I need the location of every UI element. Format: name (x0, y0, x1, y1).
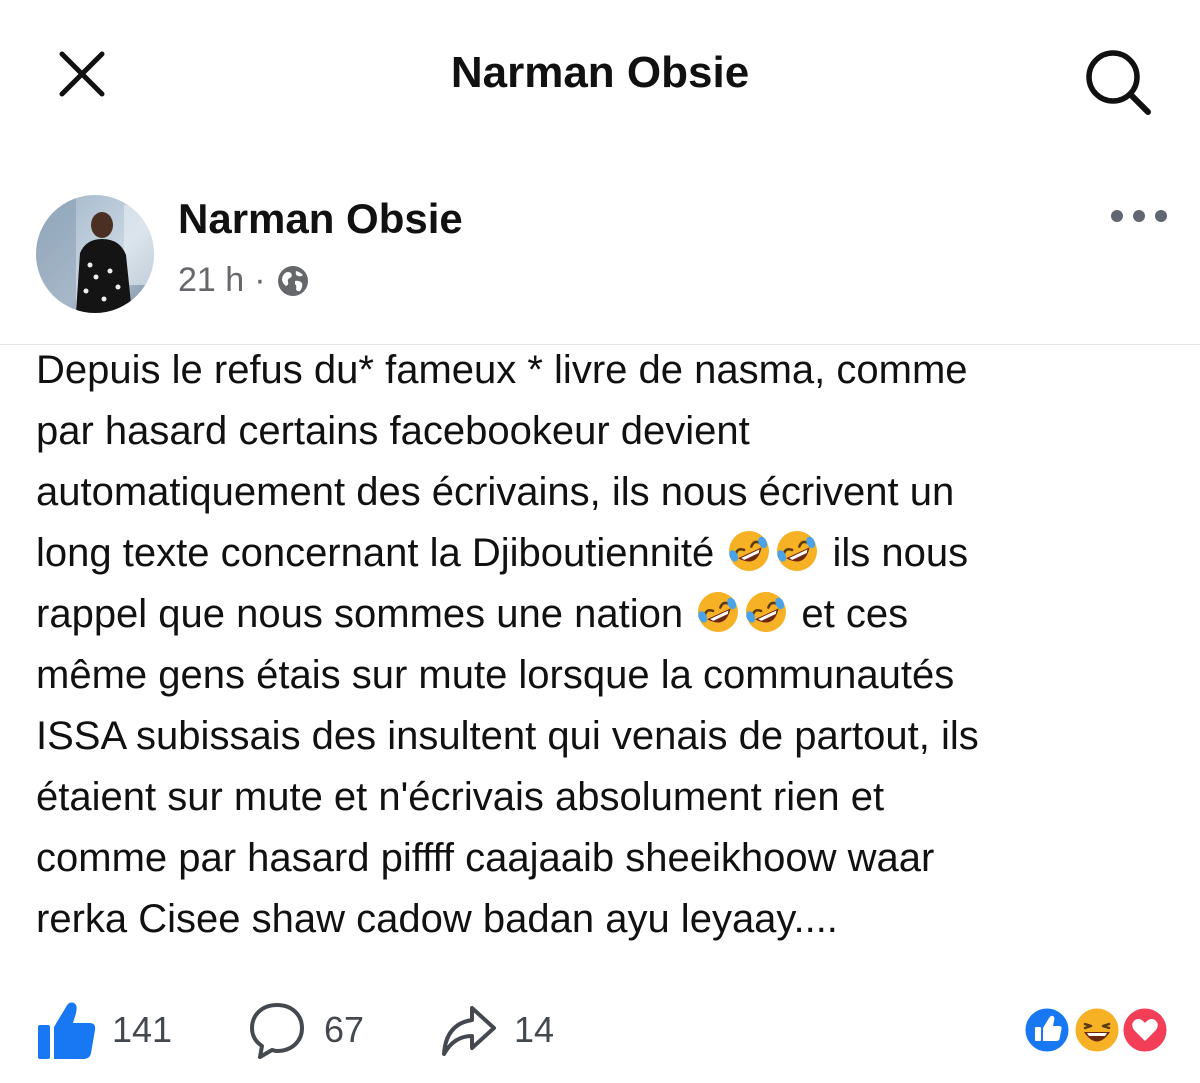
top-bar: Narman Obsie (0, 0, 1200, 150)
laughing-emoji-icon (726, 528, 772, 574)
like-count: 141 (112, 1009, 173, 1050)
love-reaction-icon (1120, 1005, 1170, 1055)
share-icon (442, 1006, 496, 1056)
post-line: comme par hasard piffff caajaaib sheeikh… (36, 836, 935, 880)
post-line: rerka Cisee shaw cadow badan ayu leyaay.… (36, 897, 838, 941)
post-line: par hasard certains facebookeur devient (36, 409, 750, 453)
more-options-icon (1111, 210, 1167, 222)
more-options-button[interactable] (1108, 203, 1170, 229)
share-button[interactable]: 14 (438, 995, 554, 1065)
globe-icon[interactable] (276, 264, 310, 298)
post-line: ISSA subissais des insultent qui venais … (36, 714, 979, 758)
reaction-summary[interactable] (1022, 1005, 1172, 1055)
comment-count: 67 (324, 1009, 365, 1050)
post-line: étaient sur mute et n'écrivais absolumen… (36, 775, 885, 819)
avatar-image (36, 195, 154, 313)
laughing-emoji-icon (743, 589, 789, 635)
post-line: et ces (801, 592, 909, 636)
haha-reaction-icon (1072, 1005, 1122, 1055)
thumbs-up-icon (38, 1002, 96, 1059)
post-line: même gens étais sur mute lorsque la comm… (36, 653, 955, 697)
like-button[interactable]: 141 (36, 995, 172, 1065)
post-body: Depuis le refus du* fameux * livre de na… (36, 340, 1176, 950)
search-icon (1086, 50, 1151, 115)
avatar[interactable] (36, 195, 154, 313)
page-title: Narman Obsie (450, 48, 750, 97)
post-line: ils nous (832, 531, 969, 575)
laughing-emoji-icon (695, 589, 741, 635)
post-line: automatiquement des écrivains, ils nous … (36, 470, 955, 514)
share-count: 14 (514, 1009, 555, 1050)
post-header: Narman Obsie 21 h · (0, 185, 1200, 325)
post-action-bar: 141 67 14 (0, 995, 1200, 1075)
comment-icon (250, 1003, 304, 1059)
comment-button[interactable]: 67 (246, 995, 364, 1065)
author-name[interactable]: Narman Obsie (178, 195, 463, 243)
post-line: long texte concernant la Djiboutiennité (36, 531, 715, 575)
meta-separator: · (254, 261, 266, 299)
close-icon (59, 51, 105, 97)
like-reaction-icon (1022, 1005, 1072, 1055)
post-time[interactable]: 21 h (178, 261, 244, 300)
post-line: Depuis le refus du* fameux * livre de na… (36, 348, 968, 392)
search-button[interactable] (1080, 44, 1156, 120)
close-button[interactable] (52, 44, 112, 104)
laughing-emoji-icon (774, 528, 820, 574)
post-meta: 21 h · (178, 261, 310, 300)
post-line: rappel que nous sommes une nation (36, 592, 684, 636)
